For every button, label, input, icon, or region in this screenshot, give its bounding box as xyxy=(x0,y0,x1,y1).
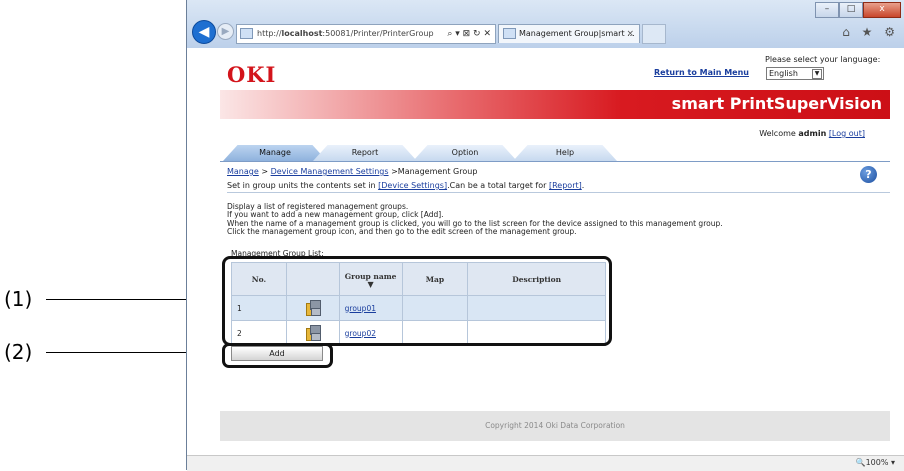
breadcrumb-separator: > xyxy=(388,167,398,176)
help-icon[interactable]: ? xyxy=(860,166,877,183)
browser-titlebar: – □ x ◀ ▶ http://localhost:50081/Printer… xyxy=(187,0,904,48)
return-main-menu-link[interactable]: Return to Main Menu xyxy=(654,68,749,77)
info-text: Display a list of registered management … xyxy=(227,202,723,237)
callout-frame-table xyxy=(222,256,612,346)
maximize-button[interactable]: □ xyxy=(839,2,863,18)
breadcrumb: Manage > Device Management Settings >Man… xyxy=(227,167,477,176)
breadcrumb-separator: > xyxy=(258,167,271,176)
chevron-down-icon: ▼ xyxy=(812,69,822,79)
tab-report[interactable]: Report xyxy=(313,145,417,161)
callout-frame-add xyxy=(222,343,333,368)
page-description: Set in group units the contents set in [… xyxy=(227,181,847,190)
tab-help[interactable]: Help xyxy=(513,145,617,161)
window-controls: – □ x xyxy=(815,2,901,18)
info-line: Click the management group icon, and the… xyxy=(227,227,577,237)
new-tab-button[interactable] xyxy=(642,24,666,44)
tab-manage[interactable]: Manage xyxy=(223,145,327,161)
description-text-post: . xyxy=(581,181,585,190)
report-link[interactable]: [Report] xyxy=(549,181,582,190)
close-tab-icon[interactable]: × xyxy=(626,25,634,43)
url-prefix: http:// xyxy=(257,29,282,38)
url-path: :50081/Printer/PrinterGroup xyxy=(322,29,434,38)
welcome-text: Welcome admin [Log out] xyxy=(759,129,865,138)
language-value: English xyxy=(769,69,798,78)
description-divider xyxy=(227,192,890,193)
url-host: localhost xyxy=(281,29,323,38)
header-banner: smart PrintSuperVision xyxy=(220,90,890,119)
breadcrumb-current: Management Group xyxy=(397,167,478,176)
tab-page-icon xyxy=(503,28,516,39)
callout-label-2: (2) xyxy=(4,340,33,364)
description-text-pre: Set in group units the contents set in xyxy=(227,181,379,190)
status-bar: 🔍100% ▾ xyxy=(187,455,904,471)
address-bar-controls[interactable]: ⌕ ▾ ⊠ ↻ ✕ xyxy=(447,25,491,43)
user-name: admin xyxy=(798,129,827,138)
logout-link[interactable]: [Log out] xyxy=(829,129,865,138)
browser-window: – □ x ◀ ▶ http://localhost:50081/Printer… xyxy=(186,0,904,471)
footer-copyright: Copyright 2014 Oki Data Corporation xyxy=(220,411,890,441)
address-bar[interactable]: http://localhost:50081/Printer/PrinterGr… xyxy=(236,24,496,44)
forward-button[interactable]: ▶ xyxy=(217,23,234,40)
language-label: Please select your language: xyxy=(765,55,881,64)
page-content: OKI Return to Main Menu Please select yo… xyxy=(187,48,904,455)
tab-divider xyxy=(220,161,890,162)
oki-logo: OKI xyxy=(227,62,277,87)
back-button[interactable]: ◀ xyxy=(192,20,216,44)
brand-title: smart PrintSuperVision xyxy=(671,94,882,113)
breadcrumb-manage[interactable]: Manage xyxy=(227,167,259,176)
toolbar-icons[interactable]: ⌂ ★ ⚙ xyxy=(842,25,899,39)
browser-tab-title: Management Group|smart ... xyxy=(519,29,635,38)
browser-tab[interactable]: Management Group|smart ... × xyxy=(498,24,640,43)
description-text-mid: .Can be a total target for xyxy=(447,181,549,190)
zoom-level[interactable]: 🔍100% ▾ xyxy=(856,458,895,467)
language-select[interactable]: English ▼ xyxy=(766,67,824,80)
page-icon xyxy=(240,28,253,39)
device-settings-link[interactable]: [Device Settings] xyxy=(378,181,447,190)
close-window-button[interactable]: x xyxy=(863,2,901,18)
minimize-button[interactable]: – xyxy=(815,2,839,18)
breadcrumb-device-settings[interactable]: Device Management Settings xyxy=(271,167,389,176)
callout-label-1: (1) xyxy=(4,287,33,311)
welcome-prefix: Welcome xyxy=(759,129,799,138)
tab-option[interactable]: Option xyxy=(413,145,517,161)
